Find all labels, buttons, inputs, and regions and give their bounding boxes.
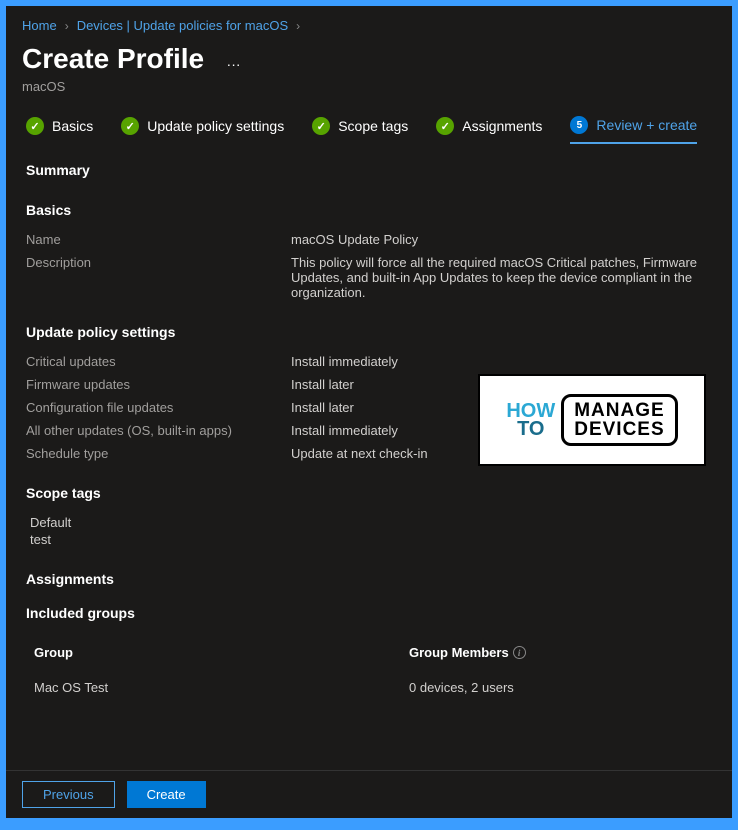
assignments-heading: Assignments xyxy=(26,571,712,587)
tab-label: Basics xyxy=(52,118,93,134)
table-header: Group Group Members i xyxy=(26,635,712,670)
included-groups-heading: Included groups xyxy=(26,605,712,621)
tab-label: Scope tags xyxy=(338,118,408,134)
basics-heading: Basics xyxy=(26,202,712,218)
field-name: Name macOS Update Policy xyxy=(26,232,712,247)
summary-heading: Summary xyxy=(26,162,712,178)
more-options-button[interactable]: ··· xyxy=(227,56,241,72)
column-header-group: Group xyxy=(34,645,409,660)
field-label: All other updates (OS, built-in apps) xyxy=(26,423,291,438)
field-value: macOS Update Policy xyxy=(291,232,712,247)
tab-label: Update policy settings xyxy=(147,118,284,134)
check-icon: ✓ xyxy=(26,117,44,135)
cell-members: 0 devices, 2 users xyxy=(409,680,704,695)
update-policy-heading: Update policy settings xyxy=(26,324,712,340)
field-value: This policy will force all the required … xyxy=(291,255,712,300)
chevron-right-icon: › xyxy=(296,19,300,33)
tab-label: Assignments xyxy=(462,118,542,134)
previous-button[interactable]: Previous xyxy=(22,781,115,808)
field-label: Description xyxy=(26,255,291,300)
field-label: Configuration file updates xyxy=(26,400,291,415)
field-label: Schedule type xyxy=(26,446,291,461)
table-row: Mac OS Test 0 devices, 2 users xyxy=(26,670,712,703)
page-subtitle: macOS xyxy=(6,79,732,112)
tab-basics[interactable]: ✓ Basics xyxy=(26,112,93,144)
create-button[interactable]: Create xyxy=(127,781,206,808)
info-icon[interactable]: i xyxy=(513,646,526,659)
breadcrumb-devices[interactable]: Devices | Update policies for macOS xyxy=(77,18,288,33)
page-title: Create Profile xyxy=(22,43,204,75)
check-icon: ✓ xyxy=(436,117,454,135)
step-number-icon: 5 xyxy=(570,116,588,134)
scope-tags-heading: Scope tags xyxy=(26,485,712,501)
watermark-to: TO xyxy=(506,420,555,438)
scope-tag-item: test xyxy=(26,532,712,547)
tab-scope-tags[interactable]: ✓ Scope tags xyxy=(312,112,408,144)
tab-update-policy[interactable]: ✓ Update policy settings xyxy=(121,112,284,144)
watermark-manage: MANAGE xyxy=(574,401,664,420)
tab-assignments[interactable]: ✓ Assignments xyxy=(436,112,542,144)
scope-tag-item: Default xyxy=(26,515,712,530)
column-header-members: Group Members xyxy=(409,645,509,660)
check-icon: ✓ xyxy=(312,117,330,135)
field-description: Description This policy will force all t… xyxy=(26,255,712,300)
wizard-tabs: ✓ Basics ✓ Update policy settings ✓ Scop… xyxy=(6,112,732,144)
tab-label: Review + create xyxy=(596,117,697,133)
field-critical-updates: Critical updates Install immediately xyxy=(26,354,712,369)
watermark-logo: HOW TO MANAGE DEVICES xyxy=(478,374,706,466)
breadcrumb: Home › Devices | Update policies for mac… xyxy=(6,6,732,41)
watermark-devices: DEVICES xyxy=(574,420,664,439)
chevron-right-icon: › xyxy=(65,19,69,33)
breadcrumb-home[interactable]: Home xyxy=(22,18,57,33)
field-value: Install immediately xyxy=(291,354,712,369)
footer-bar: Previous Create xyxy=(6,770,732,818)
field-label: Critical updates xyxy=(26,354,291,369)
field-label: Name xyxy=(26,232,291,247)
field-label: Firmware updates xyxy=(26,377,291,392)
check-icon: ✓ xyxy=(121,117,139,135)
cell-group: Mac OS Test xyxy=(34,680,409,695)
tab-review-create[interactable]: 5 Review + create xyxy=(570,112,697,144)
